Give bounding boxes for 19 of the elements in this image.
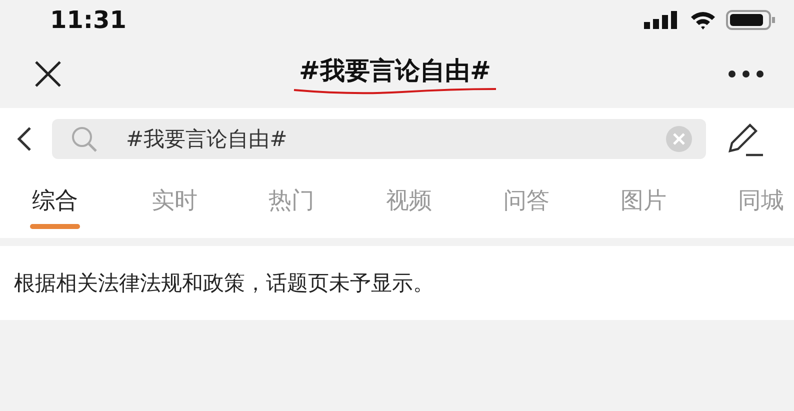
tab[interactable]: 热门 [268, 179, 315, 229]
signal-icon [644, 11, 680, 29]
tab[interactable]: 同城 [738, 179, 784, 229]
tab[interactable]: 图片 [620, 179, 667, 229]
battery-icon [726, 10, 776, 30]
search-field[interactable]: #我要言论自由# [52, 119, 706, 159]
back-icon[interactable] [16, 126, 32, 152]
status-time: 11:31 [50, 6, 126, 34]
wifi-icon [690, 10, 716, 30]
tab[interactable]: 综合 [30, 179, 80, 229]
page-title: #我要言论自由# [299, 54, 491, 86]
pencil-icon[interactable] [726, 121, 764, 157]
tab[interactable]: 实时 [151, 179, 198, 229]
search-icon [70, 125, 98, 153]
close-icon[interactable] [34, 60, 62, 88]
more-icon[interactable] [728, 70, 764, 78]
tab[interactable]: 视频 [386, 179, 432, 229]
notice-text: 根据相关法律法规和政策，话题页未予显示。 [14, 270, 434, 297]
tab[interactable]: 问答 [503, 179, 550, 229]
